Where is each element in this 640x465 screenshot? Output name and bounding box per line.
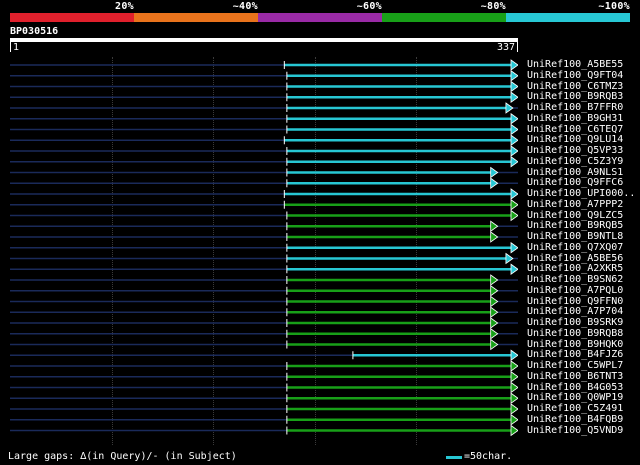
hit-arrow-icon (490, 177, 499, 190)
hit-arrow-icon (510, 123, 518, 136)
hit-name-link[interactable]: UniRef100_B7FFR0 (527, 103, 623, 113)
hit-name-link[interactable]: UniRef100_B9RQB3 (527, 92, 623, 102)
hit-name-link[interactable]: UniRef100_B4FJZ6 (527, 350, 623, 360)
ruler-start-tick (10, 41, 11, 52)
hit-name-link[interactable]: UniRef100_UPI000.. (527, 189, 635, 199)
length-scale-bar (446, 456, 462, 459)
hit-name-link[interactable]: UniRef100_A7P704 (527, 307, 623, 317)
hit-name-link[interactable]: UniRef100_Q9LZC5 (527, 210, 623, 221)
hit-arrow-icon (510, 59, 518, 71)
hit-arrow-icon (510, 91, 518, 104)
hit-name-link[interactable]: UniRef100_C6TEQ7 (527, 124, 623, 135)
hit-name-link[interactable]: UniRef100_A2XKR5 (527, 264, 623, 274)
hit-name-link[interactable]: UniRef100_B4FQB9 (527, 414, 623, 425)
hit-arrow-icon (510, 241, 518, 254)
hit-name-link[interactable]: UniRef100_B4G053 (527, 382, 623, 393)
hit-name-link[interactable]: UniRef100_B9RQB5 (527, 221, 623, 231)
scale-label-100: ~100% (598, 1, 630, 12)
hit-arrow-icon (490, 220, 499, 233)
hit-name-link[interactable]: UniRef100_Q0WP19 (527, 393, 623, 403)
hit-arrow-icon (505, 102, 514, 114)
hit-arrow-icon (490, 317, 499, 329)
hit-name-link[interactable]: UniRef100_C5Z3Y9 (527, 156, 623, 167)
ruler-end-label: 337 (497, 42, 516, 53)
hit-arrow-icon (510, 198, 518, 211)
hit-arrow-icon (510, 424, 518, 437)
hit-arrow-icon (510, 145, 518, 157)
scale-label-20: 20% (115, 1, 134, 12)
scale-segment-60 (258, 13, 382, 22)
hit-name-link[interactable]: UniRef100_Q9FT04 (527, 70, 623, 81)
hit-arrow-icon (510, 413, 518, 426)
scale-label-80: ~80% (480, 1, 506, 12)
scale-segment-20 (10, 13, 134, 22)
hit-arrow-icon (490, 327, 499, 340)
query-bar (10, 38, 518, 42)
length-scale-label: =50char. (464, 451, 513, 462)
hit-arrow-icon (510, 360, 518, 372)
query-name: BP030516 (10, 26, 59, 37)
hit-arrow-icon (510, 80, 518, 93)
hit-arrow-icon (510, 403, 518, 415)
scale-label-40: ~40% (232, 1, 258, 12)
hit-name-link[interactable]: UniRef100_A5BE56 (527, 253, 623, 264)
scale-segment-80 (382, 13, 506, 22)
hit-arrow-icon (510, 188, 518, 200)
scale-segment-100 (506, 13, 630, 22)
scale-segment-40 (134, 13, 258, 22)
hit-name-link[interactable]: UniRef100_A5BE55 (527, 60, 623, 70)
ruler-start-label: 1 (13, 42, 20, 53)
hit-name-link[interactable]: UniRef100_Q9FFN0 (527, 296, 623, 307)
hit-arrow-icon (510, 209, 518, 222)
hit-name-link[interactable]: UniRef100_Q5VP33 (527, 146, 623, 156)
alignment-grid (10, 57, 518, 445)
hit-arrow-icon (510, 134, 518, 147)
hit-arrow-icon (490, 284, 499, 297)
hit-name-link[interactable]: UniRef100_B9SN62 (527, 275, 623, 285)
hit-arrow-icon (490, 231, 499, 243)
hit-arrow-icon (490, 166, 499, 179)
identity-color-scale (10, 13, 630, 22)
hit-arrow-icon (510, 155, 518, 168)
hit-name-link[interactable]: UniRef100_Q7XQ07 (527, 242, 623, 253)
hit-arrow-icon (510, 349, 518, 362)
hit-arrow-icon (510, 370, 518, 383)
hit-bars (10, 59, 518, 437)
hit-name-link[interactable]: UniRef100_A9NLS1 (527, 167, 623, 178)
hit-arrow-icon (510, 263, 518, 276)
hit-name-link[interactable]: UniRef100_A7PQL0 (527, 285, 623, 296)
hit-name-link[interactable]: UniRef100_Q5VND9 (527, 425, 623, 436)
hit-arrow-icon (510, 381, 518, 394)
hit-arrow-icon (490, 274, 499, 286)
hit-name-link[interactable]: UniRef100_C5WPL7 (527, 361, 623, 371)
hit-name-link[interactable]: UniRef100_Q9LU14 (527, 135, 623, 145)
hit-arrow-icon (510, 392, 518, 405)
hit-arrow-icon (490, 295, 499, 308)
hit-name-link[interactable]: UniRef100_Q9FFC6 (527, 178, 623, 188)
hit-name-link[interactable]: UniRef100_B9GH31 (527, 113, 623, 124)
hit-name-link[interactable]: UniRef100_B9HQK0 (527, 339, 623, 350)
hit-name-link[interactable]: UniRef100_C5Z491 (527, 404, 623, 414)
hit-arrow-icon (510, 112, 518, 125)
hit-arrow-icon (505, 252, 514, 265)
hit-name-link[interactable]: UniRef100_B6TNT3 (527, 371, 623, 382)
scale-label-60: ~60% (356, 1, 382, 12)
gaps-legend: Large gaps: ∆(in Query)/- (in Subject) (8, 451, 237, 462)
hit-arrow-icon (490, 306, 499, 319)
ruler-end-tick (517, 41, 518, 52)
hit-arrow-icon (510, 69, 518, 82)
hit-name-link[interactable]: UniRef100_B9RQB8 (527, 328, 623, 339)
hit-name-link[interactable]: UniRef100_A7PPP2 (527, 199, 623, 210)
hit-name-link[interactable]: UniRef100_B9SRK9 (527, 318, 623, 328)
hit-name-link[interactable]: UniRef100_C6TMZ3 (527, 81, 623, 92)
hit-arrow-icon (490, 338, 499, 351)
hit-name-link[interactable]: UniRef100_B9NTL8 (527, 232, 623, 242)
